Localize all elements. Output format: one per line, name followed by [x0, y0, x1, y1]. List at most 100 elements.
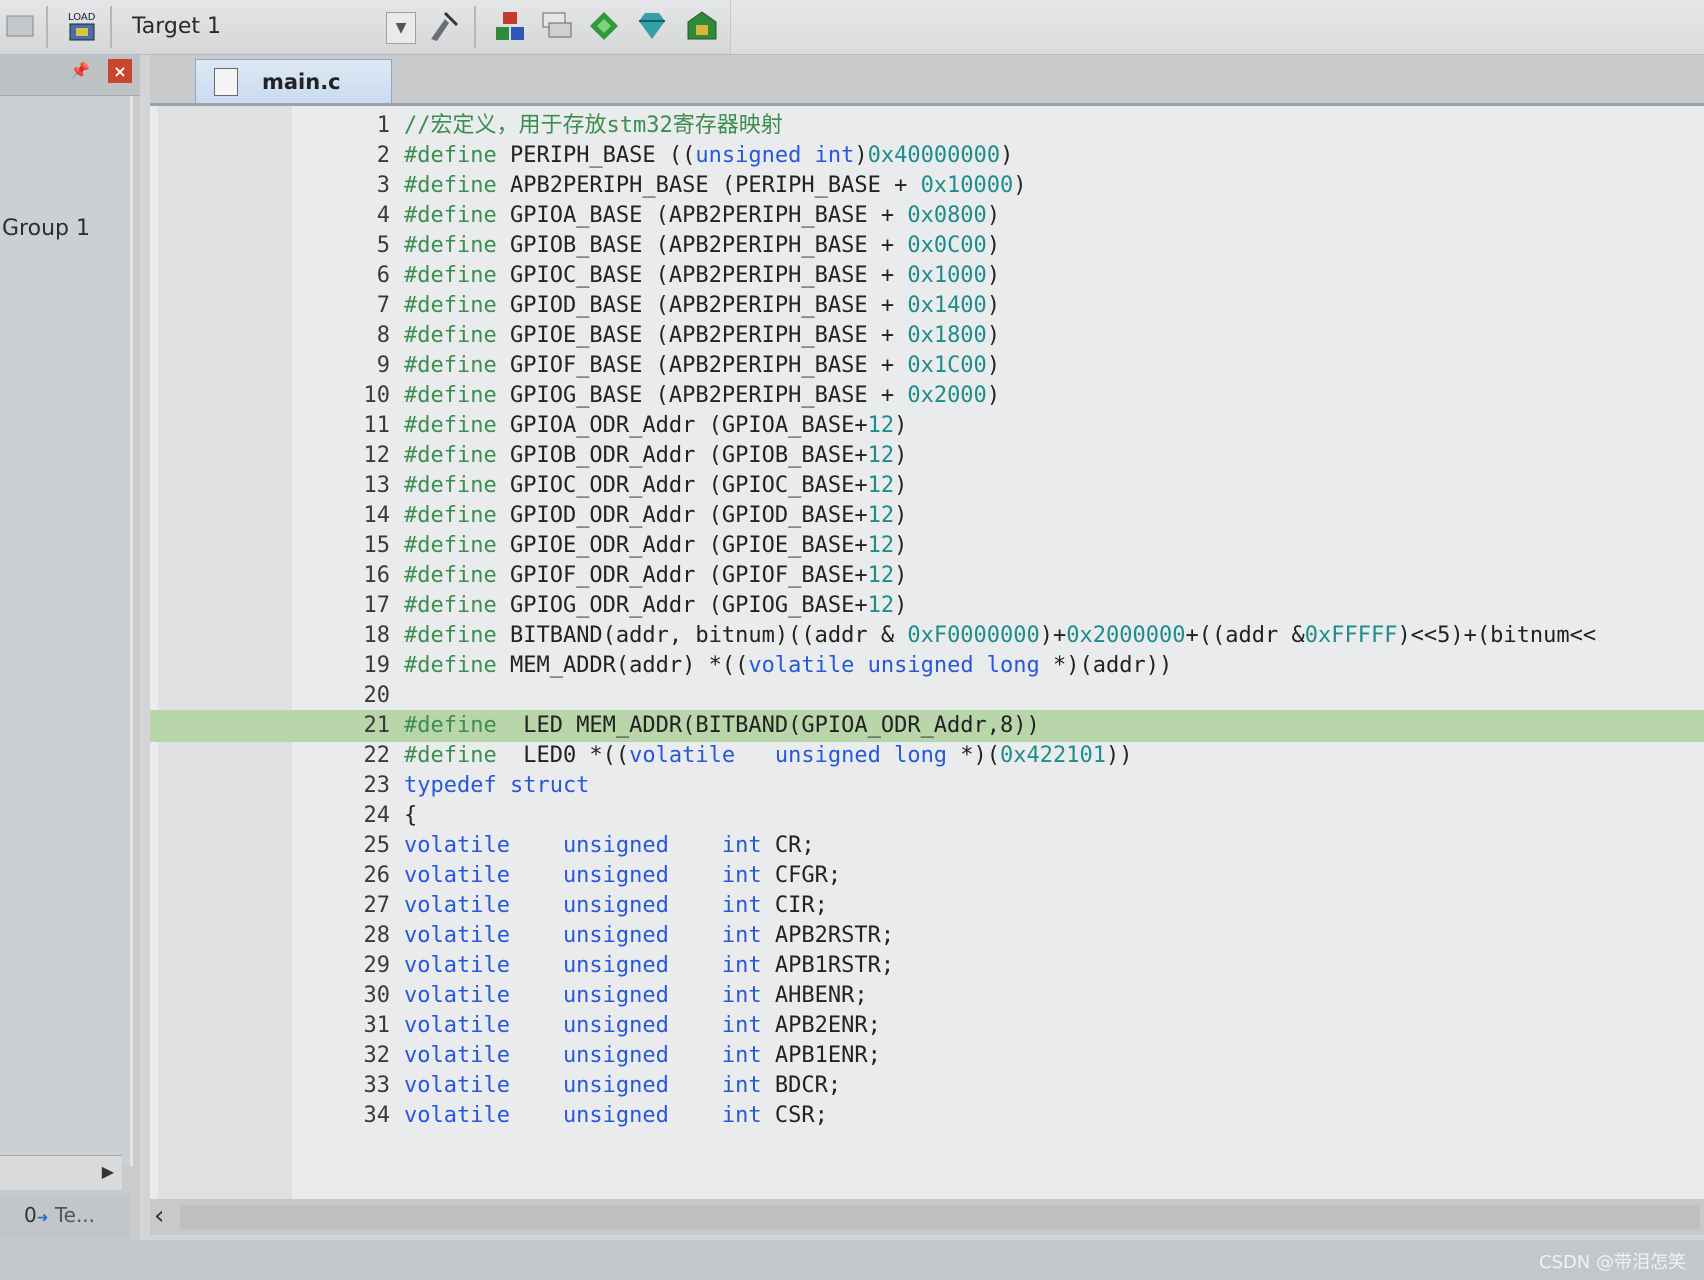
code-token: GPIOB_ODR_Addr (GPIOB_BASE+: [496, 443, 868, 468]
code-line[interactable]: 21 #define LED MEM_ADDR(BITBAND(GPIOA_ODR…: [150, 710, 1704, 742]
code-text: //宏定义，用于存放stm32寄存器映射: [404, 110, 783, 142]
code-line[interactable]: 26 volatile unsigned int CFGR;: [150, 860, 1704, 892]
code-line[interactable]: 34 volatile unsigned int CSR;: [150, 1100, 1704, 1132]
code-line[interactable]: 25 volatile unsigned int CR;: [150, 830, 1704, 862]
code-editor[interactable]: 1 //宏定义，用于存放stm32寄存器映射 2 #define PERIPH_BAS…: [150, 103, 1704, 1202]
arrow-icon: ➜: [36, 1210, 49, 1226]
code-line[interactable]: 31 volatile unsigned int APB2ENR;: [150, 1010, 1704, 1042]
target-select-label[interactable]: Target 1: [132, 14, 221, 39]
code-line[interactable]: 27 volatile unsigned int CIR;: [150, 890, 1704, 922]
code-token: 12: [867, 473, 895, 498]
code-line[interactable]: 32 volatile unsigned int APB1ENR;: [150, 1040, 1704, 1072]
code-text: #define GPIOE_BASE (APB2PERIPH_BASE + 0x…: [404, 320, 1000, 352]
code-token: CFGR;: [761, 863, 842, 888]
code-token: #define: [404, 353, 497, 378]
code-token: 0x1800: [907, 323, 987, 348]
code-token: #define: [404, 533, 497, 558]
code-line[interactable]: 22 #define LED0 *((volatile unsigned long…: [150, 740, 1704, 772]
code-token: 0x1C00: [907, 353, 987, 378]
code-line[interactable]: 14 #define GPIOD_ODR_Addr (GPIOD_BASE+12): [150, 500, 1704, 532]
code-line[interactable]: 8 #define GPIOE_BASE (APB2PERIPH_BASE + 0…: [150, 320, 1704, 352]
scroll-right-icon[interactable]: ▶: [102, 1162, 114, 1181]
line-number: 14: [363, 503, 391, 528]
code-line[interactable]: 29 volatile unsigned int APB1RSTR;: [150, 950, 1704, 982]
code-token: ): [894, 473, 908, 498]
window-icon[interactable]: [0, 6, 40, 46]
project-panel-scrollbar[interactable]: ▶: [0, 1155, 122, 1190]
code-line[interactable]: 9 #define GPIOF_BASE (APB2PERIPH_BASE + 0…: [150, 350, 1704, 382]
code-line[interactable]: 19 #define MEM_ADDR(addr) *((volatile uns…: [150, 650, 1704, 682]
code-line[interactable]: 2 #define PERIPH_BASE ((unsigned int)0x40…: [150, 140, 1704, 172]
code-token: #define: [404, 413, 497, 438]
close-icon[interactable]: ×: [108, 59, 132, 83]
code-line[interactable]: 24 {: [150, 800, 1704, 832]
code-token: GPIOC_BASE (APB2PERIPH_BASE +: [496, 263, 908, 288]
code-token: 0xF0000000: [907, 623, 1040, 648]
line-number: 31: [363, 1013, 391, 1038]
code-text: #define PERIPH_BASE ((unsigned int)0x400…: [404, 140, 1013, 172]
code-token: LED0 *((: [496, 743, 630, 768]
code-line[interactable]: 23 typedef struct: [150, 770, 1704, 802]
code-line[interactable]: 12 #define GPIOB_ODR_Addr (GPIOB_BASE+12): [150, 440, 1704, 472]
code-text: #define MEM_ADDR(addr) *((volatile unsig…: [404, 650, 1172, 682]
gem-icon[interactable]: [632, 6, 672, 46]
line-number: 34: [363, 1103, 391, 1128]
code-line[interactable]: 10 #define GPIOG_BASE (APB2PERIPH_BASE + …: [150, 380, 1704, 412]
pack-installer-icon[interactable]: [682, 6, 722, 46]
code-token: volatile unsigned int: [404, 1043, 762, 1068]
code-token: #define: [404, 593, 497, 618]
code-line[interactable]: 7 #define GPIOD_BASE (APB2PERIPH_BASE + 0…: [150, 290, 1704, 322]
code-token: volatile unsigned long: [629, 743, 948, 768]
manage-project-items-icon[interactable]: [536, 6, 576, 46]
code-line[interactable]: 11 #define GPIOA_ODR_Addr (GPIOA_BASE+12): [150, 410, 1704, 442]
code-text: volatile unsigned int APB1ENR;: [404, 1040, 881, 1072]
code-line[interactable]: 16 #define GPIOF_ODR_Addr (GPIOF_BASE+12): [150, 560, 1704, 592]
code-line[interactable]: 20: [150, 680, 1704, 712]
manage-components-icon[interactable]: [490, 6, 530, 46]
code-line[interactable]: 33 volatile unsigned int BDCR;: [150, 1070, 1704, 1102]
code-line[interactable]: 6 #define GPIOC_BASE (APB2PERIPH_BASE + 0…: [150, 260, 1704, 292]
code-token: +((addr &: [1185, 623, 1305, 648]
line-number: 19: [363, 653, 391, 678]
code-token: #define: [404, 503, 497, 528]
code-token: APB2ENR;: [761, 1013, 881, 1038]
editor-horizontal-scrollbar[interactable]: ‹: [150, 1199, 1704, 1235]
line-number: 16: [363, 563, 391, 588]
code-token: volatile unsigned int: [404, 893, 762, 918]
code-token: ): [986, 353, 1001, 378]
target-options-icon[interactable]: [424, 6, 464, 46]
code-token: #define: [404, 713, 497, 738]
editor-tabbar: main.c: [150, 55, 1704, 104]
code-token: #define: [404, 743, 497, 768]
line-number: 3: [376, 173, 390, 198]
code-line[interactable]: 17 #define GPIOG_ODR_Addr (GPIOG_BASE+12): [150, 590, 1704, 622]
code-token: #define: [404, 653, 497, 678]
code-token: 12: [867, 503, 895, 528]
code-line[interactable]: 3 #define APB2PERIPH_BASE (PERIPH_BASE + …: [150, 170, 1704, 202]
code-line[interactable]: 4 #define GPIOA_BASE (APB2PERIPH_BASE + 0…: [150, 200, 1704, 232]
code-line[interactable]: 13 #define GPIOC_ODR_Addr (GPIOC_BASE+12): [150, 470, 1704, 502]
code-token: volatile unsigned int: [404, 1073, 762, 1098]
scrollbar-track[interactable]: [180, 1205, 1700, 1229]
code-line[interactable]: 18 #define BITBAND(addr, bitnum)((addr & …: [150, 620, 1704, 652]
code-token: MEM_ADDR(addr) *((: [496, 653, 749, 678]
tab-main-c[interactable]: main.c: [195, 59, 392, 104]
code-line[interactable]: 15 #define GPIOE_ODR_Addr (GPIOE_BASE+12): [150, 530, 1704, 562]
code-line[interactable]: 28 volatile unsigned int APB2RSTR;: [150, 920, 1704, 952]
code-token: #define: [404, 623, 497, 648]
green-diamond-icon[interactable]: [584, 6, 624, 46]
chevron-down-icon[interactable]: ▼: [386, 12, 416, 44]
code-token: unsigned int: [695, 143, 855, 168]
code-line[interactable]: 1 //宏定义，用于存放stm32寄存器映射: [150, 110, 1704, 142]
line-number: 20: [363, 683, 391, 708]
pin-icon[interactable]: 📌: [70, 61, 90, 80]
code-line[interactable]: 30 volatile unsigned int AHBENR;: [150, 980, 1704, 1012]
load-button[interactable]: LOAD: [62, 6, 102, 46]
code-token: ): [1013, 173, 1027, 198]
code-token: ): [894, 563, 908, 588]
code-token: 12: [867, 563, 895, 588]
tree-item-group[interactable]: Group 1: [2, 216, 90, 241]
project-tab[interactable]: 0➜ Te...: [24, 1203, 95, 1227]
code-line[interactable]: 5 #define GPIOB_BASE (APB2PERIPH_BASE + 0…: [150, 230, 1704, 262]
scroll-left-icon[interactable]: ‹: [154, 1201, 164, 1231]
